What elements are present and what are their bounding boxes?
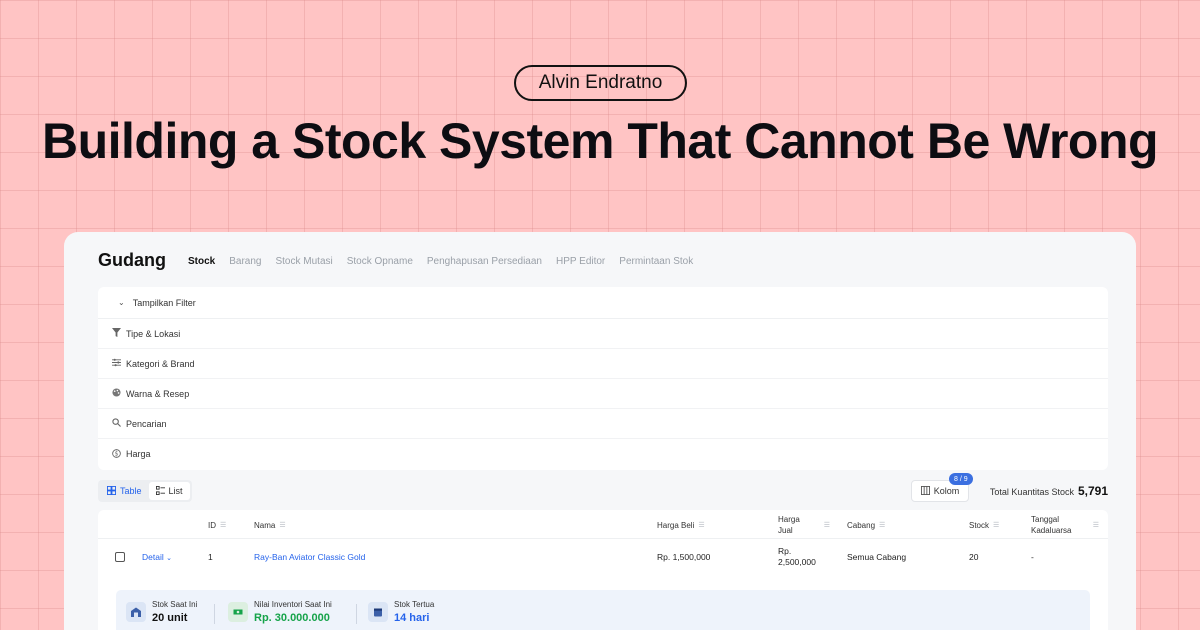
filter-label: Pencarian xyxy=(126,418,167,429)
dollar-icon: $ xyxy=(111,448,121,460)
stat-divider xyxy=(356,604,357,624)
stat-value: 20 unit xyxy=(152,612,188,624)
col-header-stock[interactable]: Stock ☰ xyxy=(969,520,999,531)
kolom-label: Kolom xyxy=(933,486,960,496)
calendar-icon xyxy=(368,602,388,622)
cell-nama[interactable]: Ray-Ban Aviator Classic Gold xyxy=(254,552,365,563)
detail-toggle[interactable]: Detail ⌄ xyxy=(142,552,172,564)
list-icon xyxy=(155,485,165,497)
search-icon xyxy=(111,418,121,429)
warehouse-icon xyxy=(126,602,146,622)
col-header-label: Nama xyxy=(254,521,276,530)
view-table-button[interactable]: Table xyxy=(100,482,149,500)
cell-id: 1 xyxy=(208,552,213,562)
stat-stok-tertua: Stok Tertua 14 hari xyxy=(368,600,434,624)
sort-icon: ☰ xyxy=(823,521,830,529)
col-header-label: Stock xyxy=(969,521,990,530)
stat-label: Stok Saat Ini xyxy=(152,600,198,609)
stat-stok-saat-ini: Stok Saat Ini 20 unit xyxy=(126,600,197,624)
filter-label: Warna & Resep xyxy=(126,388,190,399)
total-stock-label: Total Kuantitas Stock xyxy=(989,487,1074,497)
sort-icon: ☰ xyxy=(1092,521,1099,529)
stat-value: 14 hari xyxy=(394,612,430,624)
col-header-tanggal[interactable]: Tanggal Kadaluarsa ☰ xyxy=(1031,514,1099,536)
col-header-harga-jual[interactable]: Harga Jual ☰ xyxy=(778,514,830,536)
author-name: Alvin Endratno xyxy=(538,72,663,93)
view-list-button[interactable]: List xyxy=(148,482,190,500)
sort-icon: ☰ xyxy=(698,522,705,529)
nav-barang[interactable]: Barang xyxy=(229,256,261,267)
cell-cabang: Semua Cabang xyxy=(847,552,907,562)
col-header-label: ID xyxy=(208,521,216,530)
nav-stock[interactable]: Stock xyxy=(188,256,215,267)
col-header-label: Tanggal Kadaluarsa xyxy=(1031,515,1072,535)
svg-text:$: $ xyxy=(114,451,118,457)
headline: Building a Stock System That Cannot Be W… xyxy=(41,113,1159,169)
author-pill: Alvin Endratno xyxy=(514,65,687,101)
filter-harga[interactable]: $ Harga xyxy=(98,439,1108,469)
filter-toggle[interactable]: ⌄ Tampilkan Filter xyxy=(98,287,1108,319)
cell-harga-beli: Rp. 1,500,000 xyxy=(657,552,711,562)
row-detail-panel: Stok Saat Ini 20 unit Nilai Inventori Sa… xyxy=(116,590,1090,630)
stat-divider xyxy=(214,604,215,624)
app-brand: Gudang xyxy=(98,250,166,270)
nav-hpp-editor[interactable]: HPP Editor xyxy=(556,256,605,267)
filter-tipe-lokasi[interactable]: Tipe & Lokasi xyxy=(98,319,1108,349)
chevron-down-icon: ⌄ xyxy=(166,555,172,562)
col-header-cabang[interactable]: Cabang ☰ xyxy=(847,520,885,531)
filter-panel: ⌄ Tampilkan Filter Tipe & Lokasi Kategor… xyxy=(98,287,1108,470)
app-window: Gudang Stock Barang Stock Mutasi Stock O… xyxy=(64,232,1136,630)
sort-icon: ☰ xyxy=(993,522,1000,529)
total-stock: Total Kuantitas Stock 5,791 xyxy=(990,484,1108,498)
chevron-down-icon: ⌄ xyxy=(118,298,125,307)
sort-icon: ☰ xyxy=(220,522,227,529)
filter-pencarian[interactable]: Pencarian xyxy=(98,409,1108,439)
grid-icon xyxy=(107,485,116,497)
view-table-label: Table xyxy=(120,486,142,496)
cell-tanggal: - xyxy=(1031,552,1034,562)
nav-stock-mutasi[interactable]: Stock Mutasi xyxy=(275,256,332,267)
top-nav: Stock Barang Stock Mutasi Stock Opname P… xyxy=(188,256,693,267)
filter-toggle-label: Tampilkan Filter xyxy=(132,297,196,308)
stat-value: Rp. 30.000.000 xyxy=(254,612,330,624)
stat-nilai-inventori: Nilai Inventori Saat Ini Rp. 30.000.000 xyxy=(228,600,332,624)
cell-stock: 20 xyxy=(969,552,979,562)
col-header-nama[interactable]: Nama ☰ xyxy=(254,520,286,531)
kolom-count-badge: 8 / 9 xyxy=(949,473,973,485)
header-divider xyxy=(98,538,1108,539)
sort-icon: ☰ xyxy=(279,522,286,529)
filter-icon xyxy=(111,328,121,339)
cash-icon xyxy=(228,602,248,622)
row-checkbox[interactable] xyxy=(115,552,125,562)
stat-label: Stok Tertua xyxy=(394,600,435,609)
cell-harga-jual: Rp. 2,500,000 xyxy=(778,546,816,567)
total-stock-value: 5,791 xyxy=(1077,484,1108,498)
col-header-harga-beli[interactable]: Harga Beli ☰ xyxy=(657,520,705,531)
nav-penghapusan-persediaan[interactable]: Penghapusan Persediaan xyxy=(427,256,542,267)
columns-icon xyxy=(920,485,930,497)
col-header-label: Harga Beli xyxy=(657,521,695,530)
col-header-label: Harga Jual xyxy=(778,515,800,535)
view-list-label: List xyxy=(168,486,183,496)
stock-table: ID ☰ Nama ☰ Harga Beli ☰ Harga Jual ☰ Cabang… xyxy=(98,510,1108,630)
filter-kategori-brand[interactable]: Kategori & Brand xyxy=(98,349,1108,379)
detail-label: Detail xyxy=(142,552,164,562)
sliders-icon xyxy=(111,358,121,369)
filter-label: Harga xyxy=(126,449,151,459)
view-toggle: Table List xyxy=(98,480,192,502)
col-header-id[interactable]: ID ☰ xyxy=(208,520,226,531)
nav-stock-opname[interactable]: Stock Opname xyxy=(347,256,413,267)
stat-label: Nilai Inventori Saat Ini xyxy=(254,600,332,609)
filter-warna-resep[interactable]: Warna & Resep xyxy=(98,379,1108,409)
nav-permintaan-stok[interactable]: Permintaan Stok xyxy=(619,256,693,267)
filter-label: Kategori & Brand xyxy=(126,358,195,369)
filter-label: Tipe & Lokasi xyxy=(126,328,181,339)
col-header-label: Cabang xyxy=(847,521,876,530)
palette-icon xyxy=(111,388,121,399)
sort-icon: ☰ xyxy=(879,522,886,529)
